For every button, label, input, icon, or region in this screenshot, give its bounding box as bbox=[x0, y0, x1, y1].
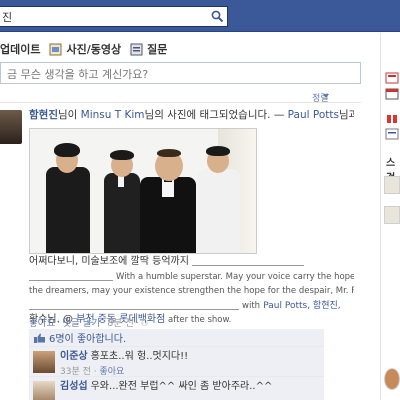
likes-count-text: 6명이 좋아합니다. bbox=[49, 334, 127, 345]
caption-underline bbox=[191, 256, 304, 266]
gift-icon[interactable] bbox=[385, 112, 399, 124]
caption-line: with Paul Potts, 함현진, bbox=[29, 299, 354, 314]
photo-owner-link[interactable]: Minsu T Kim bbox=[81, 109, 145, 121]
caption-line: the dreamers, may your existence strengt… bbox=[29, 284, 354, 299]
story-actions: 좋아요 · 댓글 달기 · 8분 전 · ⚇ bbox=[29, 315, 148, 329]
caption-underline bbox=[29, 300, 239, 310]
tagged-people-links[interactable]: Paul Potts, 함현진, bbox=[263, 301, 340, 311]
caption-text: 어쩌다보니, 미술보조에 깔딱 등억까지 bbox=[29, 256, 189, 267]
story-avatar[interactable] bbox=[0, 110, 22, 144]
photo-person bbox=[196, 141, 242, 253]
story-header-text: 님과 함께 bbox=[338, 109, 354, 121]
rail-thumbnail[interactable] bbox=[384, 176, 400, 194]
like-link[interactable]: 좋아요 bbox=[29, 318, 55, 329]
caption-text: after the show. bbox=[165, 315, 232, 325]
separator: · bbox=[135, 318, 139, 329]
tagged-person-link[interactable]: Paul Potts bbox=[288, 109, 339, 121]
right-rail-divider bbox=[380, 33, 381, 400]
comment-avatar[interactable] bbox=[33, 351, 55, 373]
caption-line: With a humble superstar. May your voice … bbox=[29, 270, 354, 285]
likes-summary[interactable]: 6명이 좋아합니다. bbox=[29, 329, 324, 347]
tab-label: 사진/동영상 bbox=[66, 43, 122, 56]
events-icon[interactable] bbox=[385, 128, 399, 140]
search-icon[interactable] bbox=[211, 10, 224, 23]
timestamp[interactable]: 8분 전 bbox=[107, 318, 134, 329]
chevron-down-icon[interactable] bbox=[323, 94, 329, 98]
caption-text: with bbox=[242, 300, 261, 311]
photo-icon bbox=[49, 43, 62, 55]
comment-item: 이준상 홍포초..워 헝..멋지다!! 33분 전 · 좋아요 bbox=[29, 347, 324, 377]
question-icon bbox=[130, 43, 143, 55]
story-header: 함현진님이 Minsu T Kim님의 사진에 태그되었습니다. — Paul … bbox=[29, 108, 354, 122]
caption-text: With a humble superstar. May your voice … bbox=[116, 271, 354, 282]
caption-text: the dreamers, may your existence strengt… bbox=[29, 286, 354, 296]
status-composer-input[interactable]: 금 무슨 생각을 하고 계신가요? bbox=[0, 62, 361, 84]
tab-status-update[interactable]: 업데이트 bbox=[0, 41, 40, 57]
thumbs-up-icon bbox=[34, 333, 45, 343]
separator: · bbox=[102, 318, 106, 329]
photo-person bbox=[140, 147, 196, 253]
comment-body: 김성섭 우와...완전 부럽^^ 싸인 좀 받아주라..^^ bbox=[60, 381, 272, 393]
caption-line: 어쩌다보니, 미술보조에 깔딱 등억까지 bbox=[29, 255, 354, 270]
story-header-text: 님의 사진에 태그되었습니다. — bbox=[144, 109, 288, 121]
comment-author[interactable]: 김성섭 bbox=[60, 381, 88, 392]
tab-label: 질문 bbox=[147, 43, 168, 56]
comment-text: 홍포초..워 헝..멋지다!! bbox=[90, 351, 189, 362]
tab-photo-video[interactable]: 사진/동영상 bbox=[49, 41, 121, 57]
rail-thumbnail[interactable] bbox=[384, 206, 400, 224]
tab-question[interactable]: 질문 bbox=[130, 41, 167, 57]
comment-meta: 33분 전 · 좋아요 bbox=[60, 367, 125, 377]
calendar-icon[interactable] bbox=[385, 88, 399, 100]
story-actor-link[interactable]: 함현진 bbox=[29, 109, 58, 121]
photo-person bbox=[102, 147, 142, 253]
search-box[interactable] bbox=[0, 6, 228, 27]
story-header-text: 님이 bbox=[57, 109, 81, 121]
search-input[interactable] bbox=[0, 7, 210, 26]
comment-author[interactable]: 이준상 bbox=[60, 351, 88, 362]
feedback-box: 6명이 좋아합니다. 이준상 홍포초..워 헝..멋지다!! 33분 전 · 좋아… bbox=[29, 329, 324, 400]
comment-body: 이준상 홍포초..워 헝..멋지다!! bbox=[60, 351, 188, 363]
comment-time[interactable]: 33분 전 bbox=[60, 367, 91, 377]
caption-underline bbox=[29, 271, 113, 281]
divider bbox=[0, 102, 361, 103]
top-bar bbox=[0, 0, 400, 32]
composer-placeholder: 금 무슨 생각을 하고 계신가요? bbox=[7, 68, 149, 81]
pages-icon[interactable] bbox=[385, 72, 399, 84]
photo-person bbox=[44, 139, 92, 253]
privacy-icon: ⚇ bbox=[140, 319, 149, 328]
comment-text: 우와...완전 부럽^^ 싸인 좀 받아주라..^^ bbox=[90, 381, 273, 392]
rail-thumbnail[interactable] bbox=[384, 368, 400, 390]
comment-item: 김성섭 우와...완전 부럽^^ 싸인 좀 받아주라..^^ bbox=[29, 377, 324, 400]
separator: · bbox=[57, 318, 61, 329]
comment-link[interactable]: 댓글 달기 bbox=[62, 318, 100, 329]
story-photo[interactable] bbox=[29, 128, 257, 254]
tab-label: 업데이트 bbox=[0, 43, 41, 56]
composer-tabs: 업데이트 사진/동영상 질문 bbox=[0, 40, 176, 58]
comment-like-link[interactable]: 좋아요 bbox=[99, 367, 124, 377]
comment-avatar[interactable] bbox=[33, 381, 55, 400]
